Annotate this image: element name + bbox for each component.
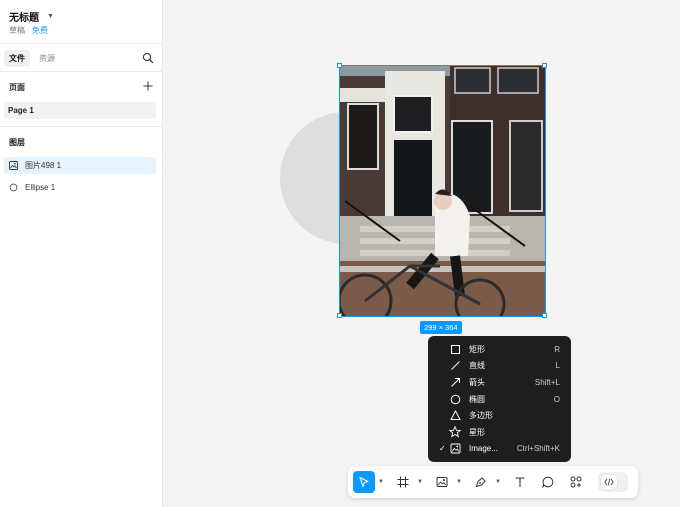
- menu-item-image[interactable]: ✓ Image... Ctrl+Shift+K: [428, 441, 571, 458]
- file-name: 无标题: [9, 13, 39, 24]
- pages-title: 页面: [9, 83, 25, 92]
- selection-size-label: 299 × 364: [420, 321, 462, 334]
- resize-handle-top-right[interactable]: [542, 63, 547, 68]
- divider: [0, 126, 163, 127]
- menu-item-star[interactable]: 星形: [428, 424, 571, 441]
- resize-handle-bottom-right[interactable]: [542, 313, 547, 318]
- chevron-down-icon[interactable]: ▼: [454, 471, 464, 493]
- layer-item-image[interactable]: 图片498 1: [4, 157, 156, 174]
- menu-item-ellipse[interactable]: 椭圆 O: [428, 391, 571, 408]
- dev-mode-toggle[interactable]: [598, 472, 628, 492]
- rectangle-icon: [449, 343, 461, 355]
- draft-label: 草稿: [9, 26, 25, 35]
- components-icon: [570, 476, 582, 488]
- resize-handle-top-left[interactable]: [337, 63, 342, 68]
- polygon-icon: [449, 410, 461, 422]
- add-page-icon[interactable]: [142, 79, 154, 91]
- pen-tool-button[interactable]: [470, 471, 492, 493]
- chevron-down-icon: ▼: [47, 13, 54, 20]
- menu-item-rectangle[interactable]: 矩形 R: [428, 341, 571, 358]
- left-sidebar: 无标题 ▼ 草稿 免费 文件 资源 页面 Page 1 图层 图片498 1 E…: [0, 0, 163, 507]
- menu-label: 星形: [469, 427, 485, 437]
- tab-file[interactable]: 文件: [4, 50, 30, 67]
- menu-label: 矩形: [469, 344, 485, 354]
- actions-button[interactable]: [565, 471, 587, 493]
- comment-tool-button[interactable]: [537, 471, 559, 493]
- file-meta: 草稿 免费: [9, 25, 48, 36]
- star-icon: [449, 426, 461, 438]
- check-icon: ✓: [439, 444, 446, 454]
- image-layer-icon: [9, 161, 18, 170]
- chevron-down-icon[interactable]: ▼: [494, 471, 502, 493]
- cursor-icon: [359, 476, 369, 488]
- text-icon: [515, 477, 525, 487]
- plan-badge[interactable]: 免费: [32, 25, 48, 36]
- chevron-down-icon[interactable]: ▼: [377, 471, 385, 493]
- menu-shortcut: O: [553, 394, 560, 404]
- layer-item-ellipse[interactable]: Ellipse 1: [4, 179, 156, 196]
- menu-item-polygon[interactable]: 多边形: [428, 407, 571, 424]
- image-icon: [449, 443, 461, 455]
- divider: [0, 43, 163, 44]
- resize-handle-bottom-left[interactable]: [337, 313, 342, 318]
- ellipse-icon: [449, 393, 461, 405]
- chevron-down-icon[interactable]: ▼: [416, 471, 424, 493]
- file-title[interactable]: 无标题 ▼: [9, 9, 54, 24]
- move-tool-button[interactable]: [353, 471, 375, 493]
- pen-icon: [476, 477, 486, 487]
- page-item[interactable]: Page 1: [4, 102, 156, 119]
- menu-label: Image...: [469, 444, 498, 454]
- menu-shortcut: Ctrl+Shift+K: [516, 444, 560, 454]
- layer-label: Ellipse 1: [25, 183, 56, 192]
- comment-icon: [542, 476, 554, 488]
- ellipse-layer-icon: [9, 183, 18, 192]
- menu-shortcut: Shift+L: [534, 377, 560, 387]
- menu-shortcut: R: [554, 344, 560, 354]
- menu-item-arrow[interactable]: 箭头 Shift+L: [428, 374, 571, 391]
- menu-shortcut: L: [555, 361, 560, 371]
- image-tool-button[interactable]: [431, 471, 453, 493]
- bottom-toolbar: ▼ ▼ ▼ ▼: [348, 466, 638, 498]
- tab-assets[interactable]: 资源: [34, 50, 60, 67]
- menu-label: 多边形: [469, 411, 493, 421]
- menu-label: 直线: [469, 361, 485, 371]
- menu-label: 箭头: [469, 377, 485, 387]
- layers-title: 图层: [9, 138, 25, 147]
- layer-label: 图片498 1: [25, 161, 62, 170]
- menu-label: 椭圆: [469, 394, 485, 404]
- shape-tools-menu: 矩形 R 直线 L 箭头 Shift+L 椭圆 O 多边形 星形 ✓ Image…: [428, 336, 571, 462]
- image-icon: [436, 477, 448, 487]
- image-layer-photo[interactable]: [340, 66, 545, 316]
- search-icon[interactable]: [142, 51, 154, 64]
- sidebar-tabs: 文件 资源: [4, 50, 60, 67]
- frame-icon: [397, 476, 409, 488]
- divider: [0, 71, 163, 72]
- arrow-icon: [449, 376, 461, 388]
- frame-tool-button[interactable]: [392, 471, 414, 493]
- text-tool-button[interactable]: [509, 471, 531, 493]
- code-icon: [601, 475, 617, 489]
- line-icon: [449, 360, 461, 372]
- photo-illustration: [340, 66, 545, 316]
- menu-item-line[interactable]: 直线 L: [428, 358, 571, 375]
